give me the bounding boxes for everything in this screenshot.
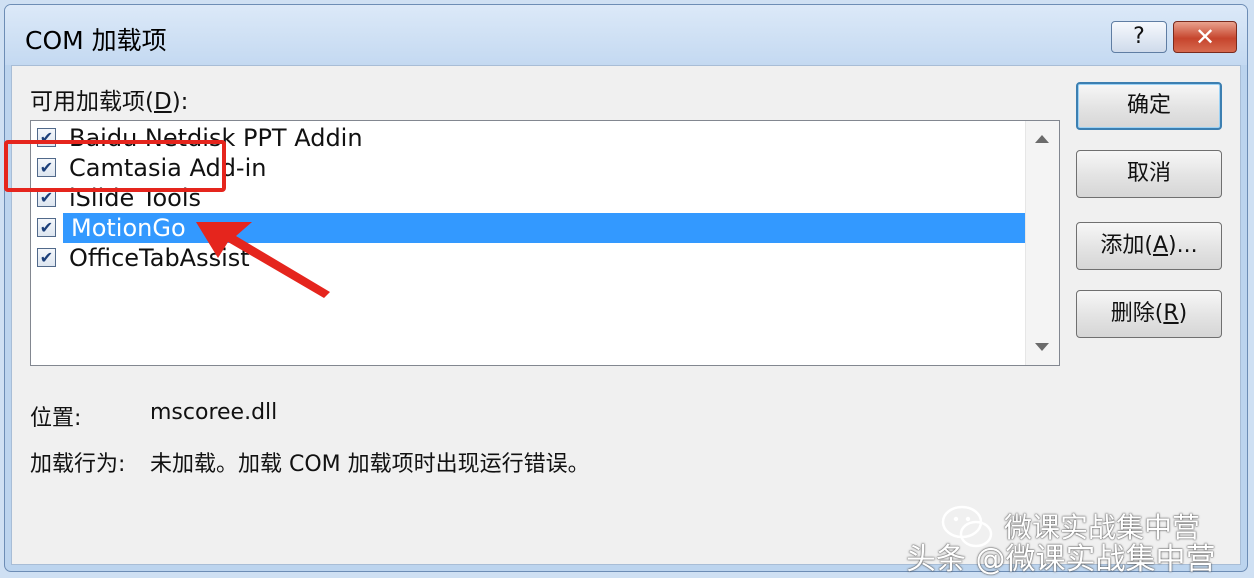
cancel-button[interactable]: 取消 [1076,150,1222,198]
checkbox[interactable]: ✔ [37,218,56,237]
available-addins-label: 可用加载项(D): [30,89,189,115]
com-addins-dialog: COM 加载项 ? ✕ 可用加载项(D): ✔ Baidu Netdisk PP… [4,4,1248,572]
load-behavior-label: 加载行为: [30,452,126,477]
load-behavior-value: 未加载。加载 COM 加载项时出现运行错误。 [150,452,590,477]
list-item-label: MotionGo [71,214,186,242]
annotation-highlight-box [4,140,226,192]
scroll-down-arrow-icon[interactable] [1035,343,1049,351]
list-item[interactable]: ✔ OfficeTabAssist [31,243,1025,273]
add-button[interactable]: 添加(A)... [1076,222,1222,270]
location-value: mscoree.dll [150,400,278,425]
title-bar[interactable]: COM 加载项 ? ✕ [5,5,1247,65]
watermark-line-2: 头条 @微课实战集中营 [906,542,1216,577]
vertical-scrollbar[interactable] [1025,121,1059,365]
help-button[interactable]: ? [1111,21,1167,53]
selection-highlight [63,213,1025,243]
location-label: 位置: [30,406,82,431]
list-item-selected[interactable]: ✔ MotionGo [31,213,1025,243]
dialog-title: COM 加载项 [25,26,167,55]
scroll-up-arrow-icon[interactable] [1035,135,1049,143]
remove-button[interactable]: 删除(R) [1076,290,1222,338]
ok-button[interactable]: 确定 [1076,82,1222,130]
checkbox[interactable]: ✔ [37,248,56,267]
close-button[interactable]: ✕ [1173,21,1237,53]
list-item-label: OfficeTabAssist [69,244,250,272]
